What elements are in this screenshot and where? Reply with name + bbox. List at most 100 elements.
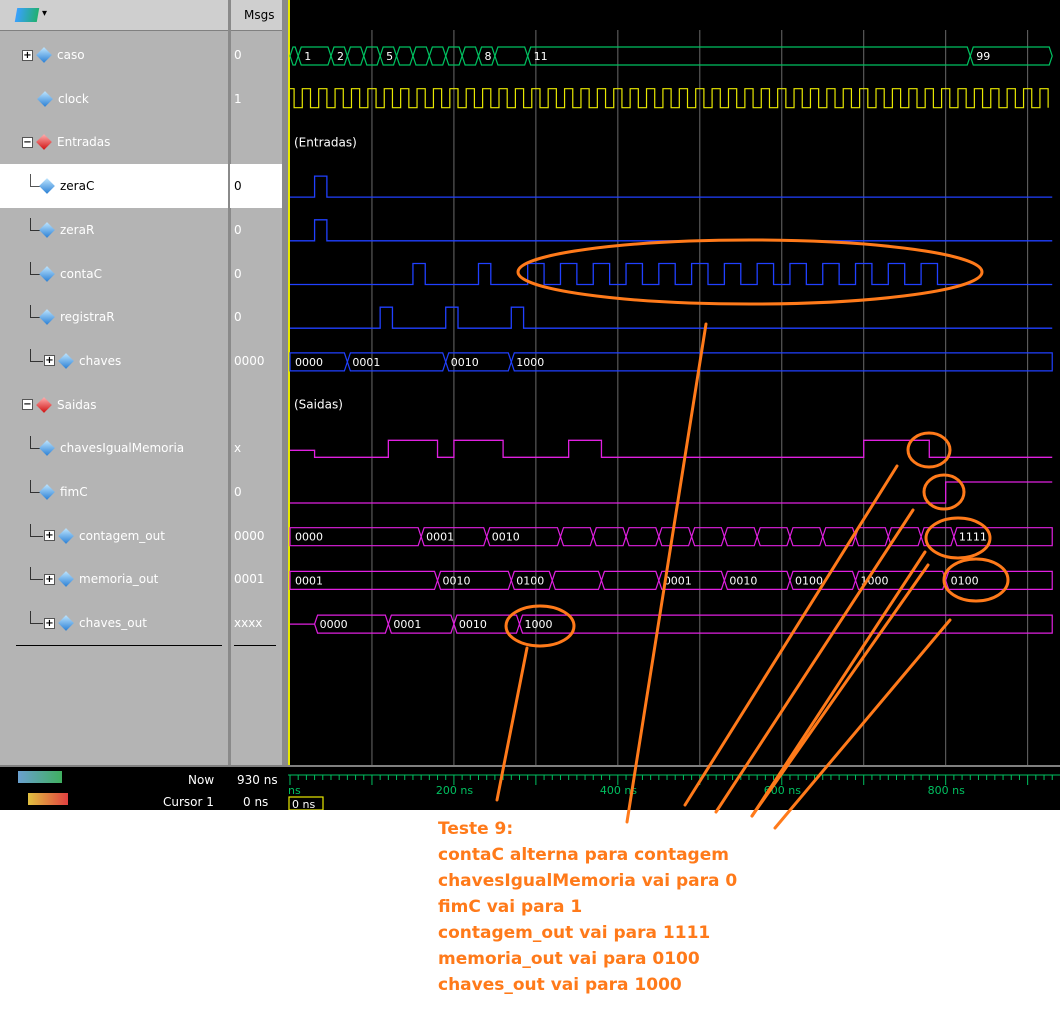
waveform-area[interactable]: 1 2 5 8 11 99 (Entradas) (Saidas) 0000 0001 0010 10…: [288, 0, 1060, 765]
tree-line: [30, 611, 43, 625]
waveform-registrar: [290, 306, 1053, 329]
waveform-zerac: [290, 175, 1053, 198]
bus-segment: [551, 570, 603, 590]
bus-value-label: 0010: [443, 574, 471, 587]
expand-icon[interactable]: +: [44, 530, 55, 542]
tree-line: [30, 348, 43, 362]
list-end-line: [16, 645, 222, 646]
signal-value: 0: [230, 164, 282, 209]
bus-value-label: 1111: [959, 531, 987, 544]
signal-row-clock[interactable]: clock: [0, 77, 228, 121]
waveform-fimc: [290, 481, 1053, 504]
wave-window: ▾ Msgs + caso 0 clock 1 − Entradas zeraC 0 zeraR 0…: [0, 0, 1060, 810]
bus-value-label: 11: [534, 50, 548, 63]
bus-segment: [518, 614, 1053, 634]
bus-value-label: 0000: [295, 356, 323, 369]
bus-segment: [346, 46, 365, 66]
ruler-label: 600 ns: [764, 784, 801, 797]
expand-icon[interactable]: +: [44, 573, 55, 585]
signal-value: xxxx: [234, 616, 263, 631]
annotation-line: contaC alterna para contagem: [438, 845, 729, 865]
signal-diamond-icon: [58, 571, 74, 588]
bus-value-label: 1000: [861, 574, 889, 587]
status-icons[interactable]: [18, 771, 62, 783]
now-label: Now: [188, 773, 215, 787]
group-label-entradas: (Entradas): [294, 135, 357, 149]
bus-segment: [920, 527, 955, 547]
toolbar-icon[interactable]: [14, 8, 40, 22]
bus-value-label: 1: [304, 50, 311, 63]
cursor-value: 0 ns: [243, 795, 269, 809]
signal-name: contaC: [60, 266, 102, 281]
chevron-down-icon[interactable]: ▾: [42, 8, 47, 19]
collapse-icon[interactable]: −: [22, 399, 33, 411]
annotation-line: chavesIgualMemoria vai para 0: [438, 871, 738, 891]
signal-name: clock: [58, 91, 89, 106]
cursor-label: Cursor 1: [163, 795, 214, 809]
time-ruler[interactable]: ns 200 ns 400 ns 600 ns 800 ns 0 ns: [288, 767, 1060, 810]
bus-value-label: 0100: [516, 574, 544, 587]
signal-row-fimc[interactable]: fimC: [0, 470, 228, 514]
signal-name: chaves: [79, 353, 122, 368]
bus-segment: [559, 527, 594, 547]
cursor-time-label: 0 ns: [292, 798, 315, 810]
signal-row-chavesigualmemoria[interactable]: chavesIgualMemoria: [0, 426, 228, 470]
signal-name: zeraC: [60, 179, 95, 194]
bus-value-label: 99: [976, 50, 990, 63]
signal-diamond-icon: [36, 396, 52, 413]
annotation-line: fimC vai para 1: [438, 897, 583, 917]
bus-segment: [527, 46, 971, 66]
bus-segment: [690, 527, 726, 547]
bus-segment: [289, 46, 299, 66]
bus-segment: [600, 570, 660, 590]
signal-row-registrar[interactable]: registraR: [0, 295, 228, 339]
bus-value-label: 0000: [295, 531, 323, 544]
bus-value-label: 5: [386, 50, 393, 63]
waveform-clock: [290, 88, 1049, 109]
tree-line: [30, 523, 43, 537]
signal-row-memoria_out[interactable]: + memoria_out: [0, 557, 228, 601]
bus-segment: [822, 527, 857, 547]
signal-row-caso[interactable]: + caso: [0, 33, 228, 77]
ruler-label: 200 ns: [436, 784, 473, 797]
pane-divider[interactable]: [228, 0, 231, 808]
signal-row-zerar[interactable]: zeraR: [0, 208, 228, 252]
bus-segment: [756, 527, 791, 547]
waveform-chavesigualmemoria: [290, 439, 1053, 458]
signal-name: memoria_out: [79, 572, 159, 587]
signal-row-contac[interactable]: contaC: [0, 252, 228, 296]
annotation-line: memoria_out vai para 0100: [438, 949, 700, 969]
signal-row-zerac[interactable]: zeraC: [0, 164, 228, 209]
signal-diamond-icon: [37, 90, 53, 107]
msgs-header: Msgs: [244, 8, 275, 22]
signal-row-entradas[interactable]: − Entradas: [0, 120, 228, 164]
bus-value-label: 0010: [729, 574, 757, 587]
signal-value: 0: [234, 266, 242, 281]
signal-value: 0: [234, 222, 242, 237]
list-end-line: [234, 645, 276, 646]
bus-segment: [461, 46, 480, 66]
cursor-icons[interactable]: [28, 793, 68, 805]
signal-row-chaves_out[interactable]: + chaves_out: [0, 601, 228, 645]
signal-row-chaves[interactable]: + chaves: [0, 339, 228, 383]
bus-value-label: 0000: [320, 618, 348, 631]
expand-icon[interactable]: +: [44, 355, 55, 367]
bus-value-label: 1000: [516, 356, 544, 369]
collapse-icon[interactable]: −: [22, 136, 33, 148]
ruler-label: 800 ns: [928, 784, 965, 797]
bus-segment: [494, 46, 529, 66]
signal-diamond-icon: [58, 615, 74, 632]
group-label-saidas: (Saidas): [294, 398, 343, 412]
expand-icon[interactable]: +: [44, 617, 55, 629]
name-pane-header: ▾: [0, 0, 230, 31]
signal-row-contagem_out[interactable]: + contagem_out: [0, 514, 228, 558]
signal-value: 1: [234, 91, 242, 106]
signal-value: x: [234, 441, 242, 456]
bus-value-label: 0001: [664, 574, 692, 587]
annotation-text: Teste 9: contaC alterna para contagem ch…: [438, 816, 737, 998]
signal-row-saidas[interactable]: − Saidas: [0, 383, 228, 427]
signal-name: caso: [57, 48, 85, 62]
signal-value: 0: [234, 48, 242, 62]
signal-diamond-icon: [36, 47, 52, 63]
expand-icon[interactable]: +: [22, 49, 33, 61]
